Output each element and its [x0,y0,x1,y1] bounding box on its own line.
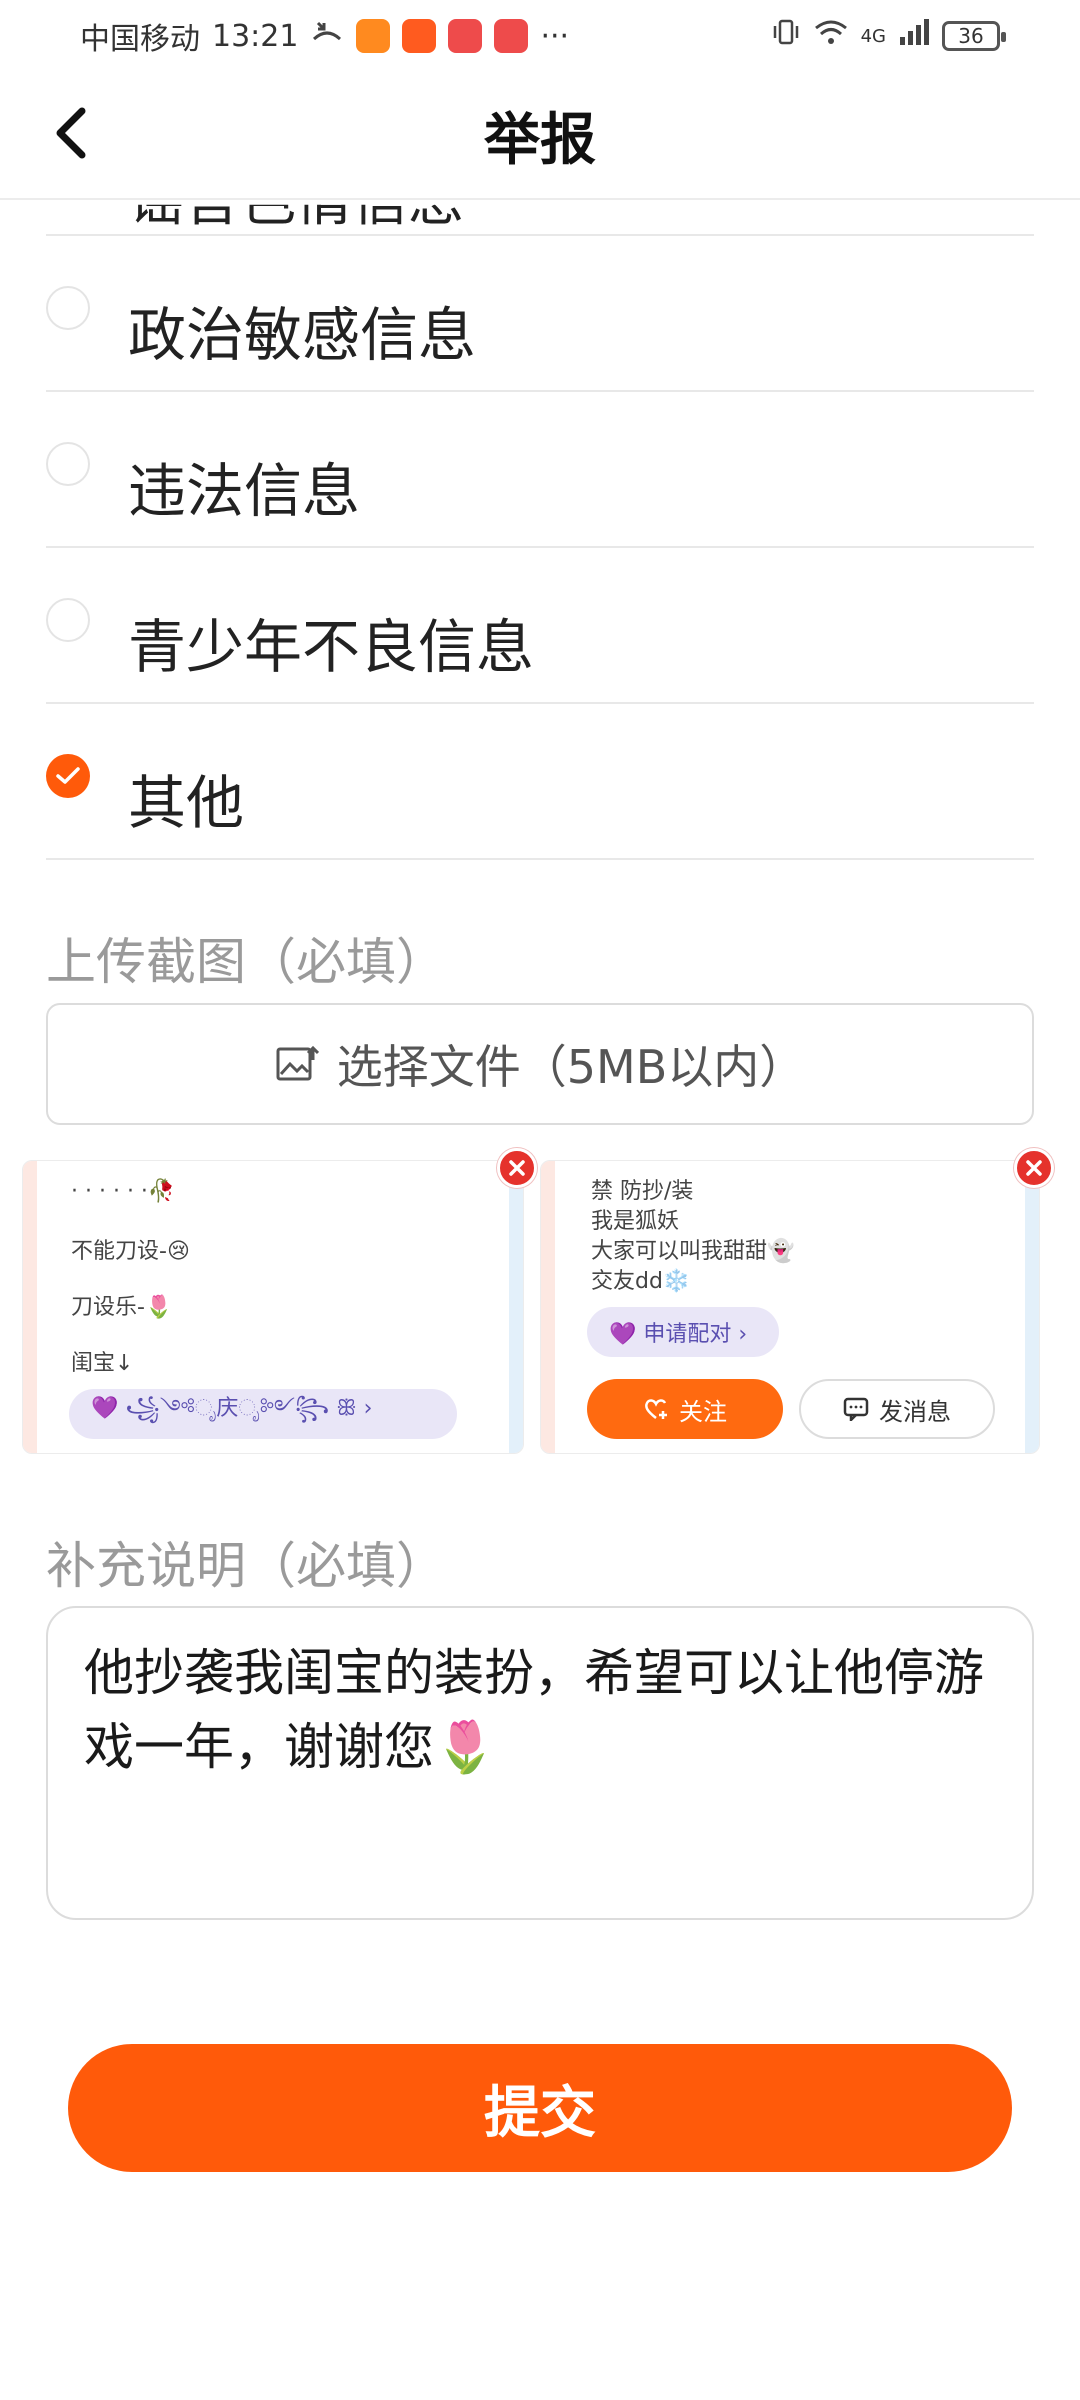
thumb-text: 交友dd❄️ [591,1269,691,1294]
thumb-edge [541,1161,555,1453]
radio-unchecked-icon[interactable] [46,286,90,330]
vibrate-icon [771,17,801,55]
thumb-edge [509,1161,523,1453]
clock-text: 13:21 [212,18,299,54]
page-title: 举报 [484,107,596,173]
store-app-icon [448,19,483,53]
kuaishou-app-icon [402,19,437,53]
option-label: 青少年不良信息 [128,613,535,681]
remove-screenshot-2-button[interactable] [1014,1148,1054,1188]
back-button[interactable] [40,98,104,168]
status-bar: 中国移动 13:21 ··· 4G 36 [0,0,1080,72]
option-other[interactable]: 其他 [46,704,1034,860]
thumb-text: · · · · · ·🥀 [71,1179,176,1204]
submit-button[interactable]: 提交 [68,2044,1012,2172]
video-app-icon [356,19,391,53]
remove-screenshot-1-button[interactable] [497,1148,537,1188]
report-reason-list: 谣言色情信息 政治敏感信息 违法信息 青少年不良信息 其他 [46,200,1034,860]
carrier-text: 中国移动 [80,22,200,57]
chat-bubble-icon [843,1397,869,1421]
missed-call-icon [310,17,344,55]
thumb-text: 刀设乐-🌷 [71,1295,173,1320]
battery-icon: 36 [942,21,1006,51]
thumb-text: 大家可以叫我甜甜👻 [591,1239,795,1264]
thumb-edge [23,1161,37,1453]
screenshot-thumbnail-1[interactable]: · · · · · ·🥀 不能刀设-😢 刀设乐-🌷 闺宝↓ 💜 ꧁༺ೃ庆ೃ༻꧂ … [22,1160,524,1454]
close-icon [1026,1160,1042,1176]
note-textarea[interactable]: 他抄袭我闺宝的装扮，希望可以让他停游戏一年，谢谢您🌷 [46,1606,1034,1920]
profile-pill: 💜 ꧁༺ೃ庆ೃ༻꧂ ꕥ › [69,1389,457,1439]
store-app-icon-2 [494,19,529,53]
apply-match-pill: 💜 申请配对 › [587,1307,779,1357]
signal-icon [898,17,930,55]
thumb-text: 不能刀设-😢 [71,1239,190,1264]
thumb-text: 我是狐妖 [591,1209,680,1234]
option-label-partial: 谣言色情信息 [128,200,464,234]
upload-label: 上传截图（必填） [46,933,446,991]
follow-button: 关注 [587,1379,783,1439]
image-upload-icon [276,1045,319,1081]
follow-label: 关注 [679,1397,727,1426]
option-illegal[interactable]: 违法信息 [46,392,1034,548]
more-notifications-icon: ··· [540,18,570,54]
chevron-left-icon [56,107,86,159]
screenshot-thumbnail-2[interactable]: 禁 防抄/装 我是狐妖 大家可以叫我甜甜👻 交友dd❄️ 💜 申请配对 › 关注… [540,1160,1040,1454]
option-label: 其他 [128,769,245,837]
close-icon [509,1160,525,1176]
thumb-text: 禁 防抄/装 [591,1179,694,1204]
wifi-icon [813,17,849,55]
battery-level: 36 [958,24,984,48]
option-label: 违法信息 [128,457,361,525]
thumb-text: 闺宝↓ [71,1351,134,1376]
message-label: 发消息 [879,1397,951,1426]
option-political[interactable]: 政治敏感信息 [46,236,1034,392]
option-label: 政治敏感信息 [128,301,477,369]
radio-unchecked-icon[interactable] [46,442,90,486]
radio-checked-icon[interactable] [46,754,90,798]
message-button: 发消息 [799,1379,995,1439]
choose-file-label: 选择文件（5MB以内） [336,1040,806,1094]
add-heart-icon [645,1399,667,1419]
app-header: 举报 [0,72,1080,200]
radio-unchecked-icon[interactable] [46,598,90,642]
choose-file-button[interactable]: 选择文件（5MB以内） [46,1003,1034,1125]
option-partial[interactable]: 谣言色情信息 [46,200,1034,236]
note-label: 补充说明（必填） [46,1537,446,1595]
thumb-edge [1025,1161,1039,1453]
option-youth[interactable]: 青少年不良信息 [46,548,1034,704]
network-type-text: 4G [860,25,886,47]
